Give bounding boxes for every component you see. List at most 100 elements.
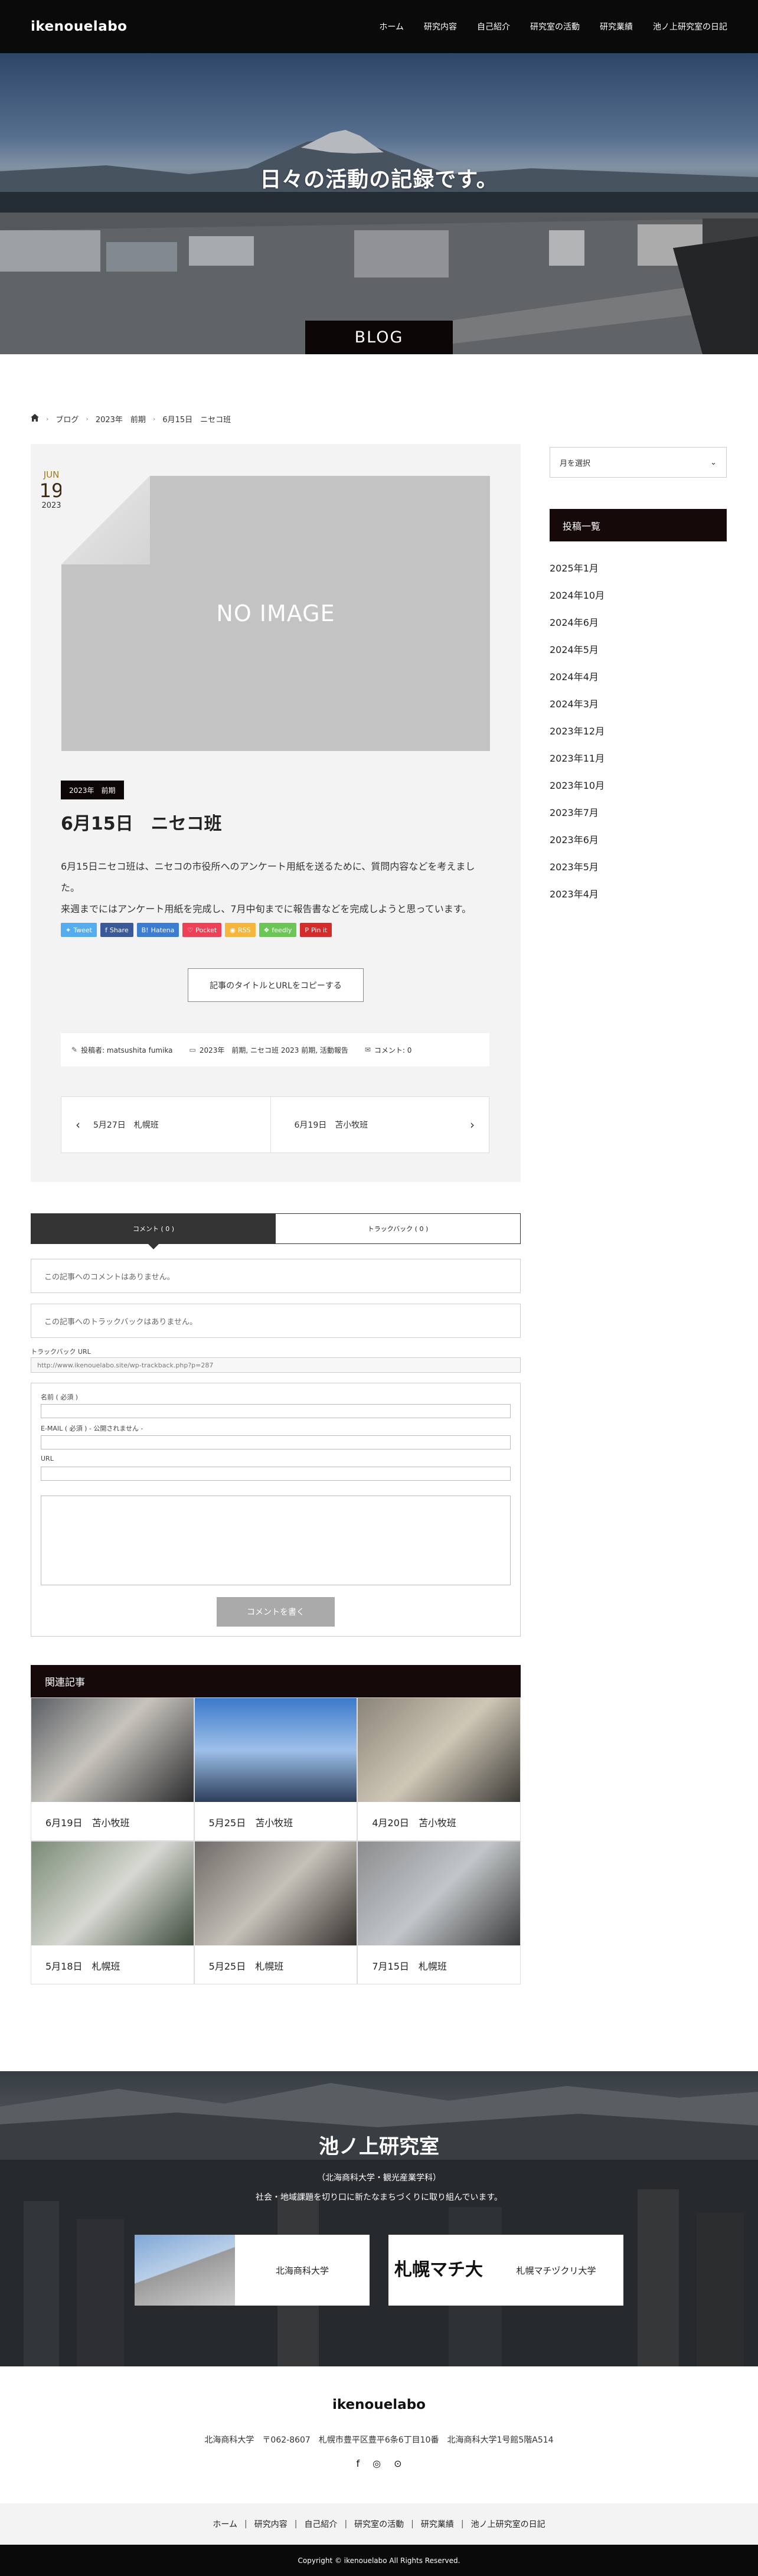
nav-activities[interactable]: 研究室の活動 <box>520 21 590 32</box>
related-heading: 関連記事 <box>31 1665 521 1697</box>
prev-post-link[interactable]: ‹ 5月27日 札幌班 <box>61 1097 271 1152</box>
related-title: 4月20日 苫小牧班 <box>372 1817 456 1829</box>
nav-achievements[interactable]: 研究業績 <box>590 21 643 32</box>
prev-post-title: 5月27日 札幌班 <box>93 1121 159 1130</box>
related-post[interactable]: 6月19日 苫小牧班 <box>31 1697 194 1841</box>
share-pinterest-button[interactable]: P Pin it <box>300 923 332 937</box>
breadcrumb-category[interactable]: 2023年 前期 <box>96 413 146 425</box>
related-post[interactable]: 5月18日 札幌班 <box>31 1841 194 1984</box>
email-label: E-MAIL ( 必須 ) - 公開されません - <box>41 1425 143 1432</box>
chevron-right-icon: › <box>86 415 89 423</box>
post-navigation: ‹ 5月27日 札幌班 6月19日 苫小牧班 › <box>61 1096 489 1153</box>
share-rss-button[interactable]: ◉ RSS <box>225 923 256 937</box>
footer-nav-diary[interactable]: 池ノ上研究室の日記 <box>471 2518 545 2530</box>
hero-banner: 日々の活動の記録です。 <box>0 53 758 354</box>
archive-item[interactable]: 2023年10月 <box>550 771 727 798</box>
related-title: 5月18日 札幌班 <box>45 1960 120 1972</box>
archive-item[interactable]: 2023年11月 <box>550 744 727 771</box>
nav-diary[interactable]: 池ノ上研究室の日記 <box>643 21 727 32</box>
archive-item[interactable]: 2023年5月 <box>550 853 727 880</box>
tab-comments[interactable]: コメント ( 0 ) <box>31 1214 276 1249</box>
lab-affiliation: （北海商科大学・観光産業学科） <box>317 2173 441 2183</box>
pocket-icon: ♡ <box>187 926 194 934</box>
month-select[interactable]: 月を選択 ⌄ <box>550 447 727 478</box>
hatena-icon: B! <box>141 926 149 934</box>
copy-title-url-button[interactable]: 記事のタイトルとURLをコピーする <box>188 968 364 1002</box>
nav-about[interactable]: 自己紹介 <box>467 21 520 32</box>
link-card-university[interactable]: 北海商科大学 <box>135 2235 370 2306</box>
related-thumbnail <box>194 1842 357 1945</box>
chevron-right-icon: › <box>46 415 49 423</box>
rss-icon[interactable]: ⊙ <box>394 2458 401 2469</box>
category-badge[interactable]: 2023年 前期 <box>61 781 124 799</box>
archive-item[interactable]: 2024年3月 <box>550 690 727 717</box>
related-post[interactable]: 7月15日 札幌班 <box>357 1841 521 1984</box>
comment-icon: ✉ <box>364 1046 371 1054</box>
related-post[interactable]: 5月25日 札幌班 <box>194 1841 358 1984</box>
next-post-title: 6月19日 苫小牧班 <box>294 1121 368 1130</box>
share-pocket-button[interactable]: ♡ Pocket <box>182 923 222 937</box>
related-title: 7月15日 札幌班 <box>372 1960 447 1972</box>
share-feedly-button[interactable]: ❖ feedly <box>259 923 297 937</box>
archive-item[interactable]: 2024年4月 <box>550 662 727 690</box>
footer-nav-research[interactable]: 研究内容 <box>254 2518 287 2530</box>
global-nav: ホーム 研究内容 自己紹介 研究室の活動 研究業績 池ノ上研究室の日記 <box>369 21 727 32</box>
hero-title: 日々の活動の記録です。 <box>260 168 498 192</box>
footer-nav-activities[interactable]: 研究室の活動 <box>354 2518 404 2530</box>
chevron-right-icon: › <box>152 415 156 423</box>
archive-item[interactable]: 2023年4月 <box>550 880 727 907</box>
tab-trackbacks[interactable]: トラックバック ( 0 ) <box>276 1214 520 1243</box>
related-post[interactable]: 4月20日 苫小牧班 <box>357 1697 521 1841</box>
pencil-icon: ✎ <box>71 1046 78 1054</box>
archive-item[interactable]: 2024年5月 <box>550 635 727 662</box>
email-field[interactable] <box>41 1435 511 1449</box>
footer-nav-achievements[interactable]: 研究業績 <box>421 2518 454 2530</box>
comment-textarea[interactable] <box>41 1496 511 1585</box>
related-title: 6月19日 苫小牧班 <box>45 1817 130 1829</box>
post-title: 6月15日 ニセコ班 <box>61 814 222 834</box>
share-hatena-button[interactable]: B! Hatena <box>136 923 179 937</box>
lab-name: 池ノ上研究室 <box>319 2135 439 2159</box>
footer-address: 北海商科大学 〒062-8607 札幌市豊平区豊平6条6丁目10番 北海商科大学… <box>204 2435 554 2445</box>
submit-comment-button[interactable]: コメントを書く <box>217 1597 335 1627</box>
home-icon[interactable] <box>31 414 39 424</box>
url-field[interactable] <box>41 1467 511 1481</box>
breadcrumb-current: 6月15日 ニセコ班 <box>162 416 231 425</box>
share-buttons: ✦ Tweet f Share B! Hatena ♡ Pocket ◉ RSS ❖ fee… <box>61 923 332 937</box>
footer-nav-home[interactable]: ホーム <box>213 2518 237 2530</box>
archive-item[interactable]: 2025年1月 <box>550 554 727 581</box>
post-comment-count: コメント: 0 <box>374 1046 412 1054</box>
archive-heading: 投稿一覧 <box>550 509 727 541</box>
related-thumbnail <box>31 1698 194 1802</box>
instagram-icon[interactable]: ◎ <box>373 2458 381 2469</box>
archive-item[interactable]: 2023年7月 <box>550 798 727 825</box>
related-post[interactable]: 5月25日 苫小牧班 <box>194 1697 358 1841</box>
link-card-machizukuri[interactable]: 札幌マチ大 札幌マチヅクリ大学 <box>388 2235 623 2306</box>
trackback-url-field[interactable]: http://www.ikenouelabo.site/wp-trackback… <box>31 1357 521 1373</box>
university-label: 北海商科大学 <box>275 2265 329 2276</box>
footer-logo[interactable]: ikenouelabo <box>0 2397 758 2412</box>
archive-item[interactable]: 2023年6月 <box>550 825 727 853</box>
share-twitter-button[interactable]: ✦ Tweet <box>61 923 97 937</box>
facebook-icon[interactable]: f <box>356 2458 360 2469</box>
related-posts: 6月19日 苫小牧班 5月25日 苫小牧班 4月20日 苫小牧班 5月18日 札… <box>31 1697 521 1984</box>
nav-research[interactable]: 研究内容 <box>414 21 467 32</box>
share-facebook-button[interactable]: f Share <box>100 923 133 937</box>
trackback-url-label: トラックバック URL <box>31 1348 91 1356</box>
archive-item[interactable]: 2024年10月 <box>550 581 727 608</box>
next-post-link[interactable]: 6月19日 苫小牧班 › <box>271 1097 489 1152</box>
post-categories[interactable]: 2023年 前期, ニセコ班 2023 前期, 活動報告 <box>200 1045 348 1055</box>
folder-icon: ▭ <box>189 1046 196 1054</box>
site-logo[interactable]: ikenouelabo <box>31 19 127 34</box>
related-thumbnail <box>194 1698 357 1802</box>
archive-item[interactable]: 2024年6月 <box>550 608 727 635</box>
breadcrumb-blog[interactable]: ブログ <box>55 413 79 425</box>
footer-nav-about[interactable]: 自己紹介 <box>304 2518 337 2530</box>
machizukuri-label: 札幌マチヅクリ大学 <box>516 2265 596 2276</box>
footer-nav: ホーム | 研究内容 | 自己紹介 | 研究室の活動 | 研究業績 | 池ノ上研究室の日記 <box>0 2503 758 2545</box>
chevron-left-icon: ‹ <box>76 1118 80 1132</box>
archive-item[interactable]: 2023年12月 <box>550 717 727 744</box>
chevron-right-icon: › <box>470 1118 475 1132</box>
name-field[interactable] <box>41 1404 511 1418</box>
nav-home[interactable]: ホーム <box>369 21 414 32</box>
